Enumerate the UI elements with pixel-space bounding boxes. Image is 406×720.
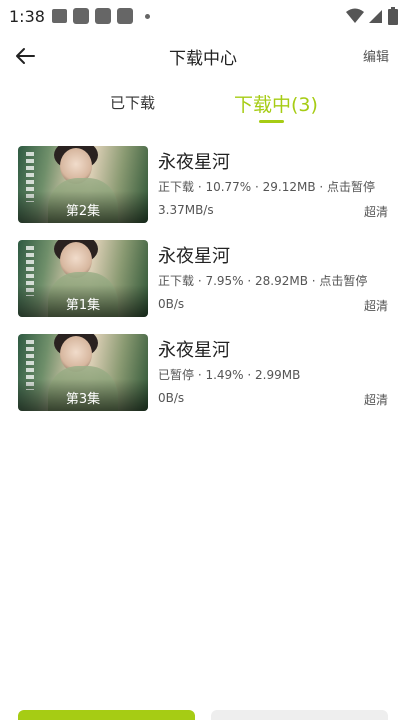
app-icon — [95, 8, 111, 24]
tab-downloaded[interactable]: 已下载 — [110, 92, 155, 113]
image-icon — [52, 9, 67, 23]
item-title: 永夜星河 — [158, 152, 230, 173]
battery-icon — [388, 7, 398, 25]
page-title: 下载中心 — [169, 49, 237, 69]
dot-icon — [145, 13, 150, 19]
download-item[interactable]: 第2集 永夜星河 正下载 · 10.77% · 29.12MB · 点击暂停 3… — [0, 146, 406, 224]
item-speed: 3.37MB/s — [158, 203, 214, 217]
episode-label: 第1集 — [65, 298, 101, 313]
signal-icon — [369, 10, 382, 23]
item-title: 永夜星河 — [158, 340, 230, 361]
download-item[interactable]: 第1集 永夜星河 正下载 · 7.95% · 28.92MB · 点击暂停 0B… — [0, 240, 406, 318]
item-quality: 超清 — [363, 393, 388, 407]
item-status[interactable]: 正下载 · 7.95% · 28.92MB · 点击暂停 — [158, 272, 367, 289]
app-header: 下载中心 编辑 — [0, 36, 406, 76]
item-title: 永夜星河 — [158, 246, 230, 267]
bottom-action-bar — [0, 708, 406, 720]
episode-thumbnail: 第1集 — [18, 240, 148, 317]
status-time: 1:38 — [9, 7, 45, 26]
primary-action-button[interactable] — [18, 710, 195, 720]
download-item[interactable]: 第3集 永夜星河 已暂停 · 1.49% · 2.99MB 0B/s 超清 — [0, 334, 406, 412]
active-tab-indicator — [259, 120, 284, 123]
item-quality: 超清 — [363, 205, 388, 219]
status-icons-right — [346, 7, 398, 25]
app-icon — [73, 8, 89, 24]
item-status[interactable]: 已暂停 · 1.49% · 2.99MB — [158, 366, 300, 383]
episode-thumbnail: 第3集 — [18, 334, 148, 411]
item-speed: 0B/s — [158, 297, 185, 311]
item-status[interactable]: 正下载 · 10.77% · 29.12MB · 点击暂停 — [158, 178, 375, 195]
episode-label: 第2集 — [65, 204, 101, 219]
item-speed: 0B/s — [158, 391, 185, 405]
download-tabs: 已下载 下载中(3) — [0, 86, 406, 126]
tab-downloading[interactable]: 下载中(3) — [234, 90, 318, 117]
item-quality: 超清 — [363, 299, 388, 313]
episode-label: 第3集 — [65, 392, 101, 407]
app-icon — [117, 8, 133, 24]
status-icons-left — [52, 8, 150, 24]
edit-button[interactable]: 编辑 — [363, 46, 389, 65]
wifi-icon — [346, 8, 364, 23]
secondary-action-button[interactable] — [211, 710, 388, 720]
status-bar: 1:38 — [0, 0, 406, 32]
episode-thumbnail: 第2集 — [18, 146, 148, 223]
